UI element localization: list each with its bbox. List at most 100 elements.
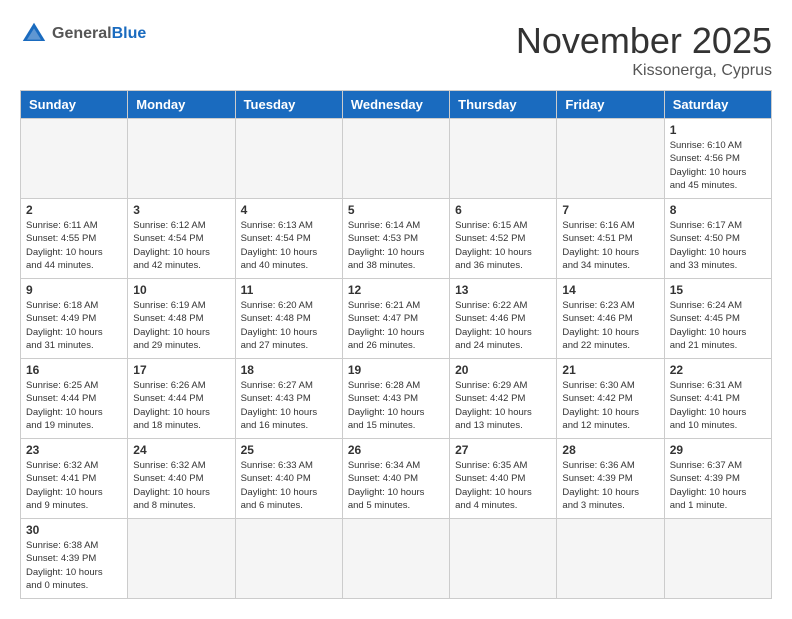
calendar-cell: 11Sunrise: 6:20 AM Sunset: 4:48 PM Dayli… <box>235 279 342 359</box>
day-content: Sunrise: 6:18 AM Sunset: 4:49 PM Dayligh… <box>26 299 122 352</box>
day-number: 19 <box>348 363 444 377</box>
day-number: 12 <box>348 283 444 297</box>
calendar-cell <box>235 119 342 199</box>
calendar-cell: 21 Sunrise: 6:30 AM Sunset: 4:42 PM Dayli… <box>557 359 664 439</box>
day-content: Sunrise: 6:36 AM Sunset: 4:39 PM Dayligh… <box>562 459 658 512</box>
day-content: Sunrise: 6:33 AM Sunset: 4:40 PM Dayligh… <box>241 459 337 512</box>
day-content: Sunrise: 6:27 AM Sunset: 4:43 PM Dayligh… <box>241 379 337 432</box>
logo-general-text: General <box>52 25 112 42</box>
calendar-cell <box>342 119 449 199</box>
day-content: Sunrise: 6:32 AM Sunset: 4:41 PM Dayligh… <box>26 459 122 512</box>
day-content: Sunrise: 6:26 AM Sunset: 4:44 PM Dayligh… <box>133 379 229 432</box>
day-content: Sunrise: 6:12 AM Sunset: 4:54 PM Dayligh… <box>133 219 229 272</box>
day-content: Sunrise: 6:37 AM Sunset: 4:39 PM Dayligh… <box>670 459 766 512</box>
day-number: 1 <box>670 123 766 137</box>
weekday-header-sunday: Sunday <box>21 91 128 119</box>
calendar-week-row: 2 Sunrise: 6:11 AM Sunset: 4:55 PM Daylig… <box>21 199 772 279</box>
day-number: 27 <box>455 443 551 457</box>
weekday-header-thursday: Thursday <box>450 91 557 119</box>
day-content: Sunrise: 6:28 AM Sunset: 4:43 PM Dayligh… <box>348 379 444 432</box>
day-content: Sunrise: 6:19 AM Sunset: 4:48 PM Dayligh… <box>133 299 229 352</box>
day-content: Sunrise: 6:13 AM Sunset: 4:54 PM Dayligh… <box>241 219 337 272</box>
calendar-cell: 5Sunrise: 6:14 AM Sunset: 4:53 PM Daylig… <box>342 199 449 279</box>
day-content: Sunrise: 6:15 AM Sunset: 4:52 PM Dayligh… <box>455 219 551 272</box>
calendar-cell: 13Sunrise: 6:22 AM Sunset: 4:46 PM Dayli… <box>450 279 557 359</box>
calendar-week-row: 1 Sunrise: 6:10 AM Sunset: 4:56 PM Daylig… <box>21 119 772 199</box>
calendar-week-row: 16 Sunrise: 6:25 AM Sunset: 4:44 PM Dayli… <box>21 359 772 439</box>
calendar-cell: 7 Sunrise: 6:16 AM Sunset: 4:51 PM Daylig… <box>557 199 664 279</box>
calendar-cell <box>128 119 235 199</box>
calendar-cell: 15Sunrise: 6:24 AM Sunset: 4:45 PM Dayli… <box>664 279 771 359</box>
day-number: 30 <box>26 523 122 537</box>
calendar-cell <box>450 519 557 599</box>
calendar-cell: 17Sunrise: 6:26 AM Sunset: 4:44 PM Dayli… <box>128 359 235 439</box>
weekday-header-wednesday: Wednesday <box>342 91 449 119</box>
day-content: Sunrise: 6:16 AM Sunset: 4:51 PM Dayligh… <box>562 219 658 272</box>
calendar-cell <box>450 119 557 199</box>
calendar-cell: 3 Sunrise: 6:12 AM Sunset: 4:54 PM Daylig… <box>128 199 235 279</box>
calendar-cell <box>557 119 664 199</box>
weekday-header-row: SundayMondayTuesdayWednesdayThursdayFrid… <box>21 91 772 119</box>
day-number: 29 <box>670 443 766 457</box>
weekday-header-monday: Monday <box>128 91 235 119</box>
calendar-week-row: 9Sunrise: 6:18 AM Sunset: 4:49 PM Daylig… <box>21 279 772 359</box>
day-number: 28 <box>562 443 658 457</box>
calendar-week-row: 23Sunrise: 6:32 AM Sunset: 4:41 PM Dayli… <box>21 439 772 519</box>
logo-blue-text: Blue <box>112 25 147 42</box>
calendar-cell <box>664 519 771 599</box>
day-content: Sunrise: 6:35 AM Sunset: 4:40 PM Dayligh… <box>455 459 551 512</box>
day-content: Sunrise: 6:24 AM Sunset: 4:45 PM Dayligh… <box>670 299 766 352</box>
day-content: Sunrise: 6:17 AM Sunset: 4:50 PM Dayligh… <box>670 219 766 272</box>
day-number: 11 <box>241 283 337 297</box>
day-number: 16 <box>26 363 122 377</box>
calendar-cell: 22Sunrise: 6:31 AM Sunset: 4:41 PM Dayli… <box>664 359 771 439</box>
day-number: 6 <box>455 203 551 217</box>
day-content: Sunrise: 6:10 AM Sunset: 4:56 PM Dayligh… <box>670 139 766 192</box>
day-content: Sunrise: 6:11 AM Sunset: 4:55 PM Dayligh… <box>26 219 122 272</box>
day-number: 26 <box>348 443 444 457</box>
day-number: 7 <box>562 203 658 217</box>
calendar-cell: 20 Sunrise: 6:29 AM Sunset: 4:42 PM Dayli… <box>450 359 557 439</box>
day-number: 5 <box>348 203 444 217</box>
day-number: 2 <box>26 203 122 217</box>
calendar-cell: 16 Sunrise: 6:25 AM Sunset: 4:44 PM Dayli… <box>21 359 128 439</box>
calendar-cell: 14Sunrise: 6:23 AM Sunset: 4:46 PM Dayli… <box>557 279 664 359</box>
calendar-cell: 4 Sunrise: 6:13 AM Sunset: 4:54 PM Daylig… <box>235 199 342 279</box>
calendar-cell <box>235 519 342 599</box>
day-number: 24 <box>133 443 229 457</box>
day-content: Sunrise: 6:32 AM Sunset: 4:40 PM Dayligh… <box>133 459 229 512</box>
calendar-cell: 29 Sunrise: 6:37 AM Sunset: 4:39 PM Dayli… <box>664 439 771 519</box>
logo-icon <box>20 20 48 48</box>
day-number: 18 <box>241 363 337 377</box>
location: Kissonerga, Cyprus <box>516 62 772 80</box>
day-content: Sunrise: 6:31 AM Sunset: 4:41 PM Dayligh… <box>670 379 766 432</box>
calendar-cell <box>128 519 235 599</box>
day-number: 21 <box>562 363 658 377</box>
calendar-cell <box>342 519 449 599</box>
calendar-cell: 23Sunrise: 6:32 AM Sunset: 4:41 PM Dayli… <box>21 439 128 519</box>
calendar-cell: 8 Sunrise: 6:17 AM Sunset: 4:50 PM Daylig… <box>664 199 771 279</box>
calendar-cell: 2 Sunrise: 6:11 AM Sunset: 4:55 PM Daylig… <box>21 199 128 279</box>
day-content: Sunrise: 6:21 AM Sunset: 4:47 PM Dayligh… <box>348 299 444 352</box>
day-content: Sunrise: 6:29 AM Sunset: 4:42 PM Dayligh… <box>455 379 551 432</box>
calendar-cell <box>21 119 128 199</box>
day-content: Sunrise: 6:30 AM Sunset: 4:42 PM Dayligh… <box>562 379 658 432</box>
day-number: 13 <box>455 283 551 297</box>
day-number: 25 <box>241 443 337 457</box>
day-number: 20 <box>455 363 551 377</box>
day-number: 3 <box>133 203 229 217</box>
calendar-cell: 30Sunrise: 6:38 AM Sunset: 4:39 PM Dayli… <box>21 519 128 599</box>
calendar-cell: 26Sunrise: 6:34 AM Sunset: 4:40 PM Dayli… <box>342 439 449 519</box>
day-content: Sunrise: 6:25 AM Sunset: 4:44 PM Dayligh… <box>26 379 122 432</box>
calendar-cell: 18 Sunrise: 6:27 AM Sunset: 4:43 PM Dayli… <box>235 359 342 439</box>
calendar-table: SundayMondayTuesdayWednesdayThursdayFrid… <box>20 90 772 599</box>
weekday-header-saturday: Saturday <box>664 91 771 119</box>
day-number: 4 <box>241 203 337 217</box>
weekday-header-friday: Friday <box>557 91 664 119</box>
title-block: November 2025 Kissonerga, Cyprus <box>516 20 772 80</box>
calendar-week-row: 30Sunrise: 6:38 AM Sunset: 4:39 PM Dayli… <box>21 519 772 599</box>
calendar-cell: 1 Sunrise: 6:10 AM Sunset: 4:56 PM Daylig… <box>664 119 771 199</box>
weekday-header-tuesday: Tuesday <box>235 91 342 119</box>
calendar-cell: 25 Sunrise: 6:33 AM Sunset: 4:40 PM Dayli… <box>235 439 342 519</box>
day-number: 8 <box>670 203 766 217</box>
